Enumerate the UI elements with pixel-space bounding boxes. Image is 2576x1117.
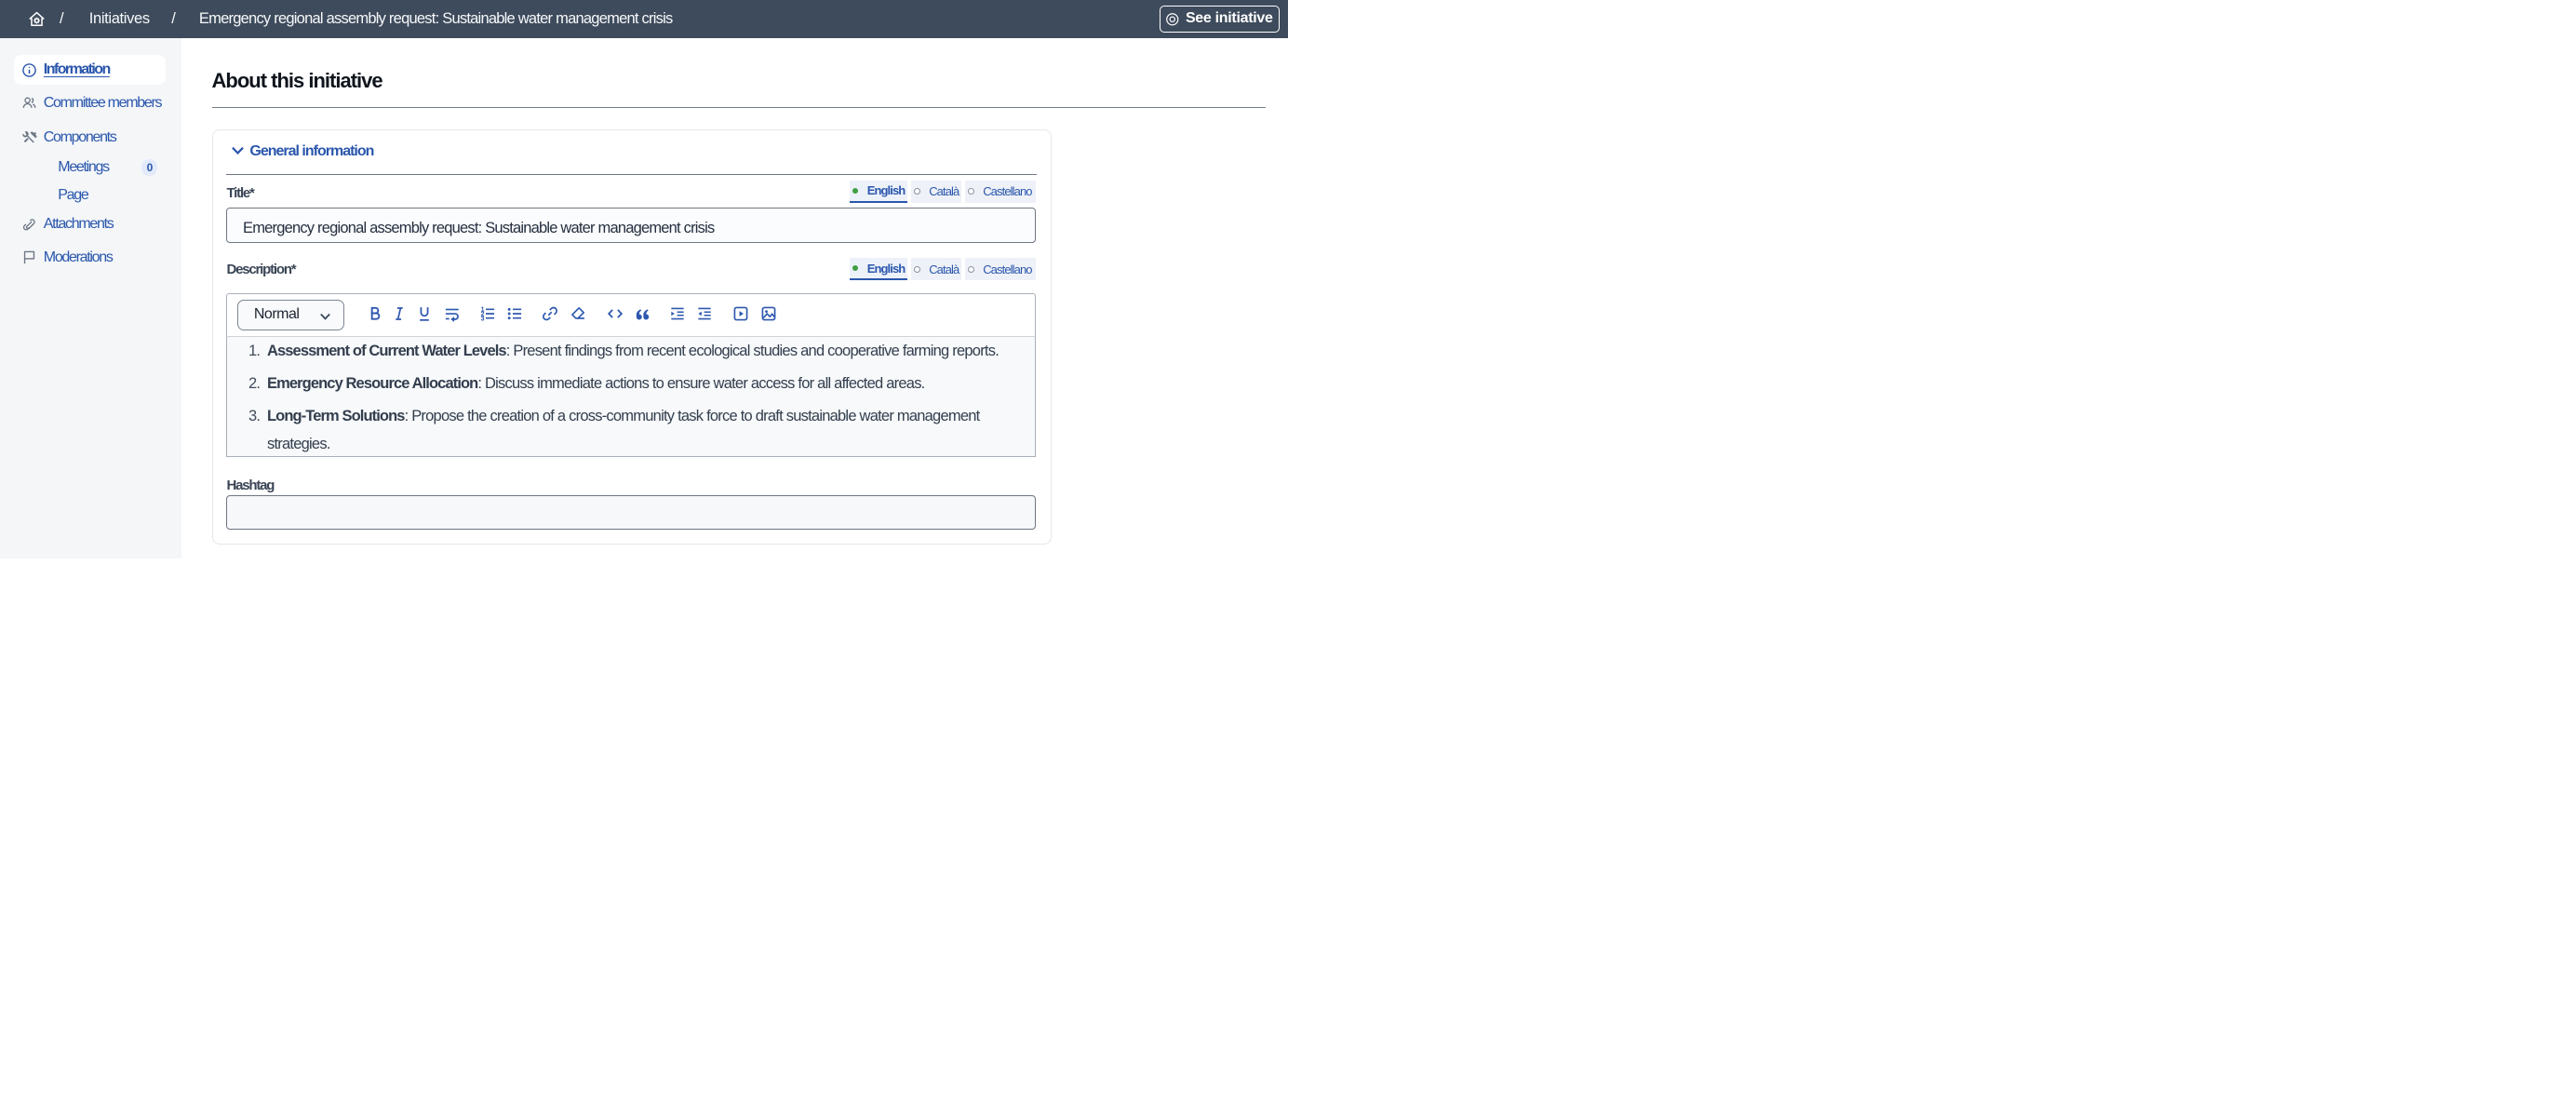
svg-text:3: 3 [481,316,485,323]
